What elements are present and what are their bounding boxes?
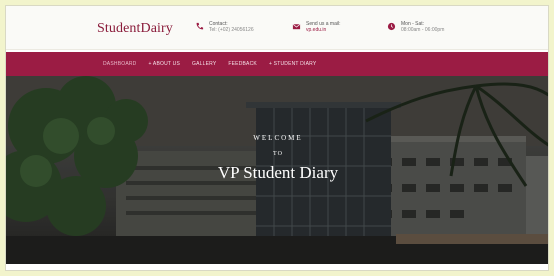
- hero-title: VP Student Diary: [217, 163, 339, 182]
- nav-item-student-diary[interactable]: + Student Diary: [269, 61, 316, 67]
- top-header: StudentDairy Contact: Tel: (+02) 2405612…: [6, 6, 548, 50]
- contact-value: Tel: (+02) 24056126: [209, 27, 254, 33]
- hero-banner: WELCOME TO VP Student Diary: [6, 76, 548, 264]
- mail-link[interactable]: vp.edu.in: [306, 27, 340, 34]
- hero-welcome: WELCOME: [253, 134, 303, 142]
- nav-item-gallery[interactable]: Gallery: [192, 61, 216, 67]
- phone-icon: [196, 22, 204, 30]
- clock-icon: [387, 22, 396, 31]
- hours-info: Mon - Sat: 08:00am - 06:00pm: [387, 21, 444, 34]
- nav-item-about-us[interactable]: + About Us: [148, 61, 180, 67]
- brand-logo[interactable]: StudentDairy: [97, 21, 173, 37]
- mail-icon: [292, 23, 301, 30]
- contact-info: Contact: Tel: (+02) 24056126: [195, 21, 254, 34]
- main-nav: Dashboard + About Us Gallery Feedback + …: [6, 52, 548, 76]
- mail-info: Send us a mail: vp.edu.in: [292, 21, 340, 34]
- hero-to: TO: [273, 151, 283, 157]
- hours-value: 08:00am - 06:00pm: [401, 27, 445, 33]
- page-frame: StudentDairy Contact: Tel: (+02) 2405612…: [5, 5, 549, 271]
- content-start: [6, 264, 548, 270]
- nav-item-feedback[interactable]: Feedback: [228, 61, 257, 67]
- nav-item-dashboard[interactable]: Dashboard: [103, 61, 136, 67]
